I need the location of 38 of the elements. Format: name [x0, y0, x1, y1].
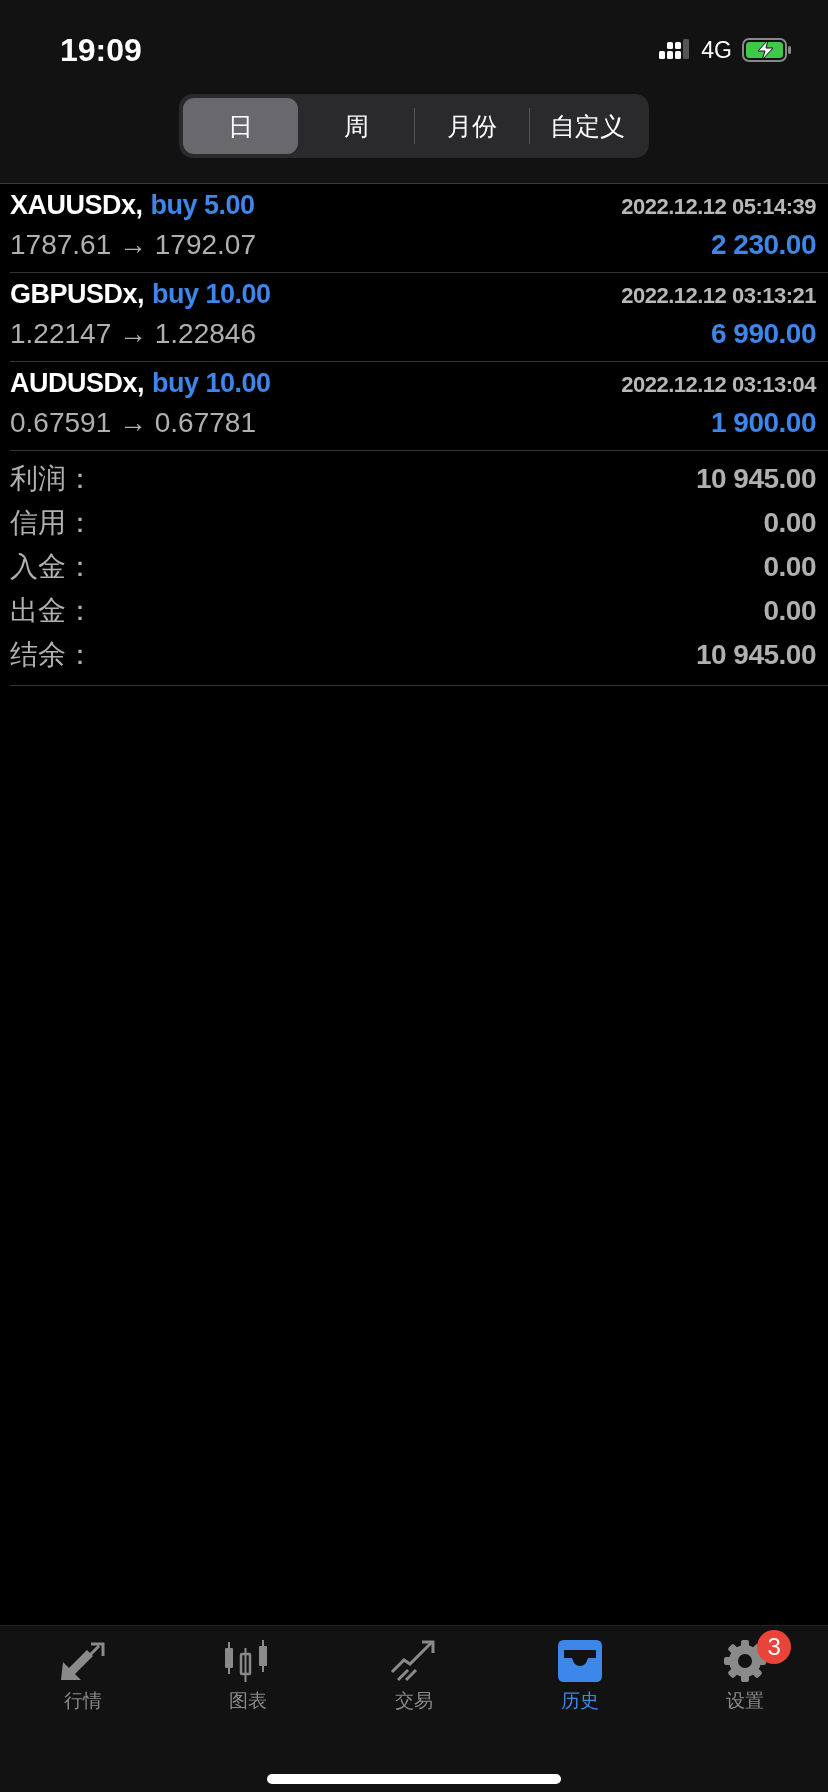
- period-tab[interactable]: 周: [298, 98, 414, 154]
- summary-value: 0.00: [763, 595, 816, 627]
- deal-profit: 1 900.00: [711, 407, 816, 439]
- network-label: 4G: [701, 36, 732, 64]
- summary-label: 入金：: [10, 549, 94, 585]
- deal-time: 2022.12.12 05:14:39: [621, 194, 816, 220]
- status-time: 19:09: [60, 31, 142, 69]
- period-tab[interactable]: 月份: [414, 98, 530, 154]
- deal-symbol: GBPUSDx,: [10, 279, 145, 309]
- tab-bar-item[interactable]: 图表: [165, 1626, 332, 1714]
- period-tab[interactable]: 日: [183, 98, 298, 154]
- tab-bar-item[interactable]: 3 设置: [662, 1626, 828, 1714]
- summary-label: 结余：: [10, 637, 94, 673]
- deal-prices: 0.67591 → 0.67781: [10, 407, 256, 439]
- deal-time: 2022.12.12 03:13:21: [621, 283, 816, 309]
- deal-symbol: XAUUSDx,: [10, 190, 143, 220]
- deal-profit: 6 990.00: [711, 318, 816, 350]
- summary-value: 10 945.00: [695, 463, 816, 495]
- battery-charging-icon: [742, 38, 792, 62]
- tab-bar-item[interactable]: 历史: [496, 1626, 663, 1714]
- deal-order: buy 10.00: [152, 368, 271, 398]
- deal-prices: 1787.61 → 1792.07: [10, 229, 256, 261]
- period-tab[interactable]: 自定义: [530, 98, 645, 154]
- notification-badge: 3: [757, 1630, 792, 1664]
- deal-symbol: AUDUSDx,: [10, 368, 145, 398]
- tab-bar-item[interactable]: 交易: [331, 1626, 497, 1714]
- tab-bar-item[interactable]: 行情: [0, 1626, 166, 1714]
- summary-label: 信用：: [10, 505, 94, 541]
- summary-value: 0.00: [763, 551, 816, 583]
- deal-order: buy 5.00: [150, 190, 255, 220]
- summary-label: 出金：: [10, 593, 94, 629]
- deal-time: 2022.12.12 03:13:04: [621, 372, 816, 398]
- deal-prices: 1.22147 → 1.22846: [10, 318, 256, 350]
- summary-label: 利润：: [10, 461, 94, 497]
- deal-order: buy 10.00: [152, 279, 271, 309]
- deal-profit: 2 230.00: [711, 229, 816, 261]
- summary-value: 10 945.00: [695, 639, 816, 671]
- summary-value: 0.00: [763, 507, 816, 539]
